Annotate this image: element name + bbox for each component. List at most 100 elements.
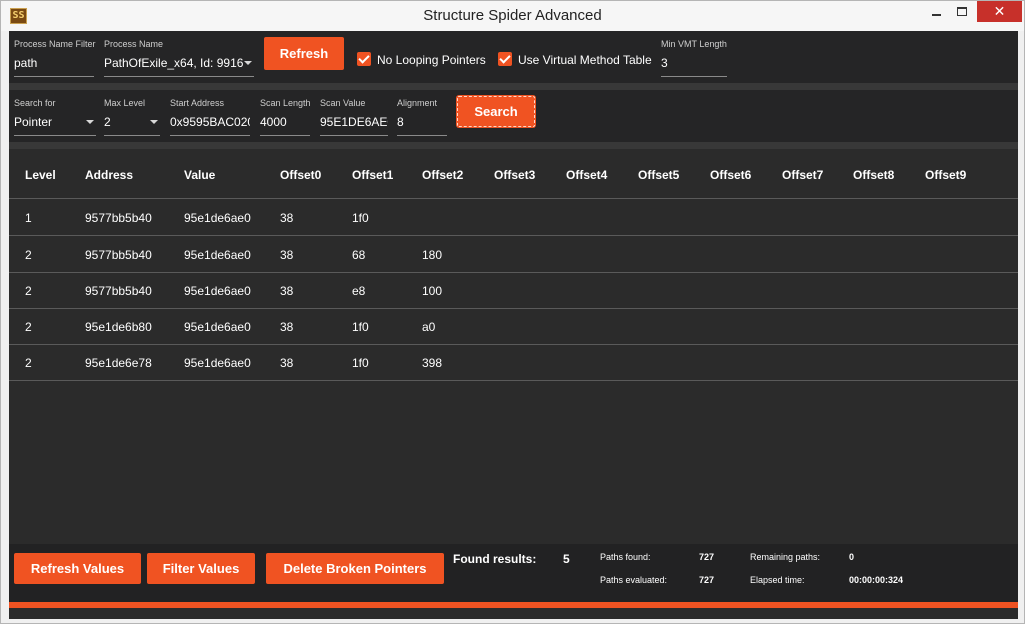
search-button[interactable]: Search xyxy=(457,96,535,127)
column-header-offset3[interactable]: Offset3 xyxy=(494,168,535,182)
no-looping-checkbox[interactable]: No Looping Pointers xyxy=(357,52,497,68)
refresh-button[interactable]: Refresh xyxy=(264,37,344,70)
results-grid: Level Address Value Offset0 Offset1 Offs… xyxy=(9,149,1018,544)
footer-spacer xyxy=(9,608,1018,619)
window-title: Structure Spider Advanced xyxy=(423,7,602,24)
elapsed-time-label: Elapsed time: xyxy=(750,575,805,585)
filter-values-button[interactable]: Filter Values xyxy=(147,553,255,584)
found-results-value: 5 xyxy=(563,552,570,566)
scan-value-input[interactable]: 95E1DE6AE0 xyxy=(320,114,388,136)
cell-level: 2 xyxy=(25,248,32,262)
scan-length-field: Scan Length 4000 xyxy=(260,98,311,138)
maximize-icon xyxy=(957,7,967,17)
minimize-button[interactable] xyxy=(923,1,949,22)
use-vmt-label: Use Virtual Method Table xyxy=(518,53,652,67)
cell-offset0: 38 xyxy=(280,211,294,225)
column-header-offset1[interactable]: Offset1 xyxy=(352,168,393,182)
cell-address: 9577bb5b40 xyxy=(85,284,152,298)
process-name-label: Process Name xyxy=(104,39,164,49)
cell-level: 2 xyxy=(25,320,32,334)
cell-offset1: 68 xyxy=(352,248,366,262)
column-header-offset7[interactable]: Offset7 xyxy=(782,168,823,182)
column-header-offset6[interactable]: Offset6 xyxy=(710,168,751,182)
cell-offset2: 100 xyxy=(422,284,443,298)
close-icon: ✕ xyxy=(993,3,1006,19)
cell-offset0: 38 xyxy=(280,284,294,298)
elapsed-time-value: 00:00:00:324 xyxy=(849,575,904,585)
delete-broken-pointers-button[interactable]: Delete Broken Pointers xyxy=(266,553,444,584)
column-header-level[interactable]: Level xyxy=(25,168,56,182)
cell-value: 95e1de6ae0 xyxy=(184,320,251,334)
table-row[interactable]: 2 95e1de6b80 95e1de6ae0 38 1f0 a0 xyxy=(9,309,1018,345)
cell-address: 95e1de6e78 xyxy=(85,356,152,370)
chevron-down-icon[interactable] xyxy=(244,61,252,65)
search-for-combo[interactable]: Search for Pointer xyxy=(14,98,96,138)
cell-level: 1 xyxy=(25,211,32,225)
column-header-offset2[interactable]: Offset2 xyxy=(422,168,463,182)
table-row[interactable]: 1 9577bb5b40 95e1de6ae0 38 1f0 xyxy=(9,200,1018,236)
scan-length-input[interactable]: 4000 xyxy=(260,114,310,136)
cell-address: 9577bb5b40 xyxy=(85,248,152,262)
checkbox-checked-icon[interactable] xyxy=(498,52,512,66)
found-results-label: Found results: xyxy=(453,552,537,566)
grid-header: Level Address Value Offset0 Offset1 Offs… xyxy=(9,149,1018,199)
scan-value-label: Scan Value xyxy=(320,98,366,108)
cell-value: 95e1de6ae0 xyxy=(184,284,251,298)
divider xyxy=(9,83,1018,90)
column-header-address[interactable]: Address xyxy=(85,168,133,182)
alignment-input[interactable]: 8 xyxy=(397,114,447,136)
search-for-label: Search for xyxy=(14,98,56,108)
title-bar[interactable]: SS Structure Spider Advanced ✕ xyxy=(1,1,1024,31)
cell-offset0: 38 xyxy=(280,356,294,370)
column-header-offset5[interactable]: Offset5 xyxy=(638,168,679,182)
start-address-label: Start Address xyxy=(170,98,225,108)
cell-offset1: 1f0 xyxy=(352,356,369,370)
maximize-button[interactable] xyxy=(949,1,975,22)
cell-level: 2 xyxy=(25,356,32,370)
app-window: SS Structure Spider Advanced ✕ Process N… xyxy=(0,0,1025,624)
checkbox-checked-icon[interactable] xyxy=(357,52,371,66)
cell-offset1: 1f0 xyxy=(352,320,369,334)
column-header-offset9[interactable]: Offset9 xyxy=(925,168,966,182)
column-header-offset8[interactable]: Offset8 xyxy=(853,168,894,182)
paths-found-value: 727 xyxy=(699,552,715,562)
use-vmt-checkbox[interactable]: Use Virtual Method Table xyxy=(498,52,658,68)
table-row[interactable]: 2 9577bb5b40 95e1de6ae0 38 e8 100 xyxy=(9,273,1018,309)
min-vmt-input[interactable]: 3 xyxy=(661,55,727,77)
scan-length-label: Scan Length xyxy=(260,98,311,108)
max-level-combo[interactable]: Max Level 2 xyxy=(104,98,160,138)
column-header-value[interactable]: Value xyxy=(184,168,215,182)
process-filter-label: Process Name Filter xyxy=(14,39,96,49)
column-header-offset0[interactable]: Offset0 xyxy=(280,168,321,182)
cell-offset1: 1f0 xyxy=(352,211,369,225)
process-filter-field: Process Name Filter path xyxy=(14,39,96,79)
column-header-offset4[interactable]: Offset4 xyxy=(566,168,607,182)
start-address-field: Start Address 0x9595BAC020 xyxy=(170,98,250,138)
cell-offset2: a0 xyxy=(422,320,436,334)
paths-evaluated-label: Paths evaluated: xyxy=(600,575,668,585)
scan-value-field: Scan Value 95E1DE6AE0 xyxy=(320,98,388,138)
max-level-select[interactable]: 2 xyxy=(104,114,160,136)
no-looping-label: No Looping Pointers xyxy=(377,53,486,67)
cell-offset2: 398 xyxy=(422,356,443,370)
chevron-down-icon[interactable] xyxy=(86,120,94,124)
start-address-input[interactable]: 0x9595BAC020 xyxy=(170,114,250,136)
client-area: Process Name Filter path Process Name Pa… xyxy=(9,31,1018,619)
process-name-select[interactable]: PathOfExile_x64, Id: 9916 xyxy=(104,55,254,77)
max-level-label: Max Level xyxy=(104,98,146,108)
paths-found-label: Paths found: xyxy=(600,552,651,562)
process-name-combo[interactable]: Process Name PathOfExile_x64, Id: 9916 xyxy=(104,39,254,79)
process-toolbar: Process Name Filter path Process Name Pa… xyxy=(9,31,1018,83)
table-row[interactable]: 2 9577bb5b40 95e1de6ae0 38 68 180 xyxy=(9,237,1018,273)
close-button[interactable]: ✕ xyxy=(977,1,1022,22)
table-row[interactable]: 2 95e1de6e78 95e1de6ae0 38 1f0 398 xyxy=(9,345,1018,381)
cell-value: 95e1de6ae0 xyxy=(184,248,251,262)
process-filter-input[interactable]: path xyxy=(14,55,94,77)
search-for-select[interactable]: Pointer xyxy=(14,114,96,136)
minimize-icon xyxy=(931,13,941,16)
cell-level: 2 xyxy=(25,284,32,298)
cell-offset0: 38 xyxy=(280,248,294,262)
chevron-down-icon[interactable] xyxy=(150,120,158,124)
refresh-values-button[interactable]: Refresh Values xyxy=(14,553,141,584)
cell-address: 95e1de6b80 xyxy=(85,320,152,334)
